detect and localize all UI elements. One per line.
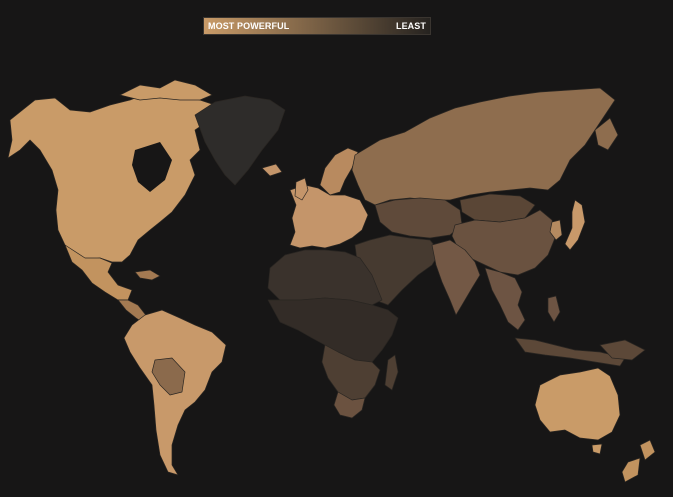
australia[interactable] [534,367,621,441]
mongolia[interactable] [459,193,536,223]
japan[interactable] [564,199,586,251]
tasmania[interactable] [591,443,603,455]
philippines[interactable] [547,295,561,323]
russia[interactable] [351,87,616,206]
madagascar[interactable] [384,354,399,391]
iceland[interactable] [261,163,283,177]
central-asia[interactable] [374,197,463,239]
arctic-islands[interactable] [119,79,213,101]
new-zealand[interactable] [621,439,656,483]
north-america[interactable] [7,91,216,263]
southeast-asia[interactable] [484,267,526,331]
world-map [7,79,656,483]
caribbean[interactable] [134,269,161,281]
